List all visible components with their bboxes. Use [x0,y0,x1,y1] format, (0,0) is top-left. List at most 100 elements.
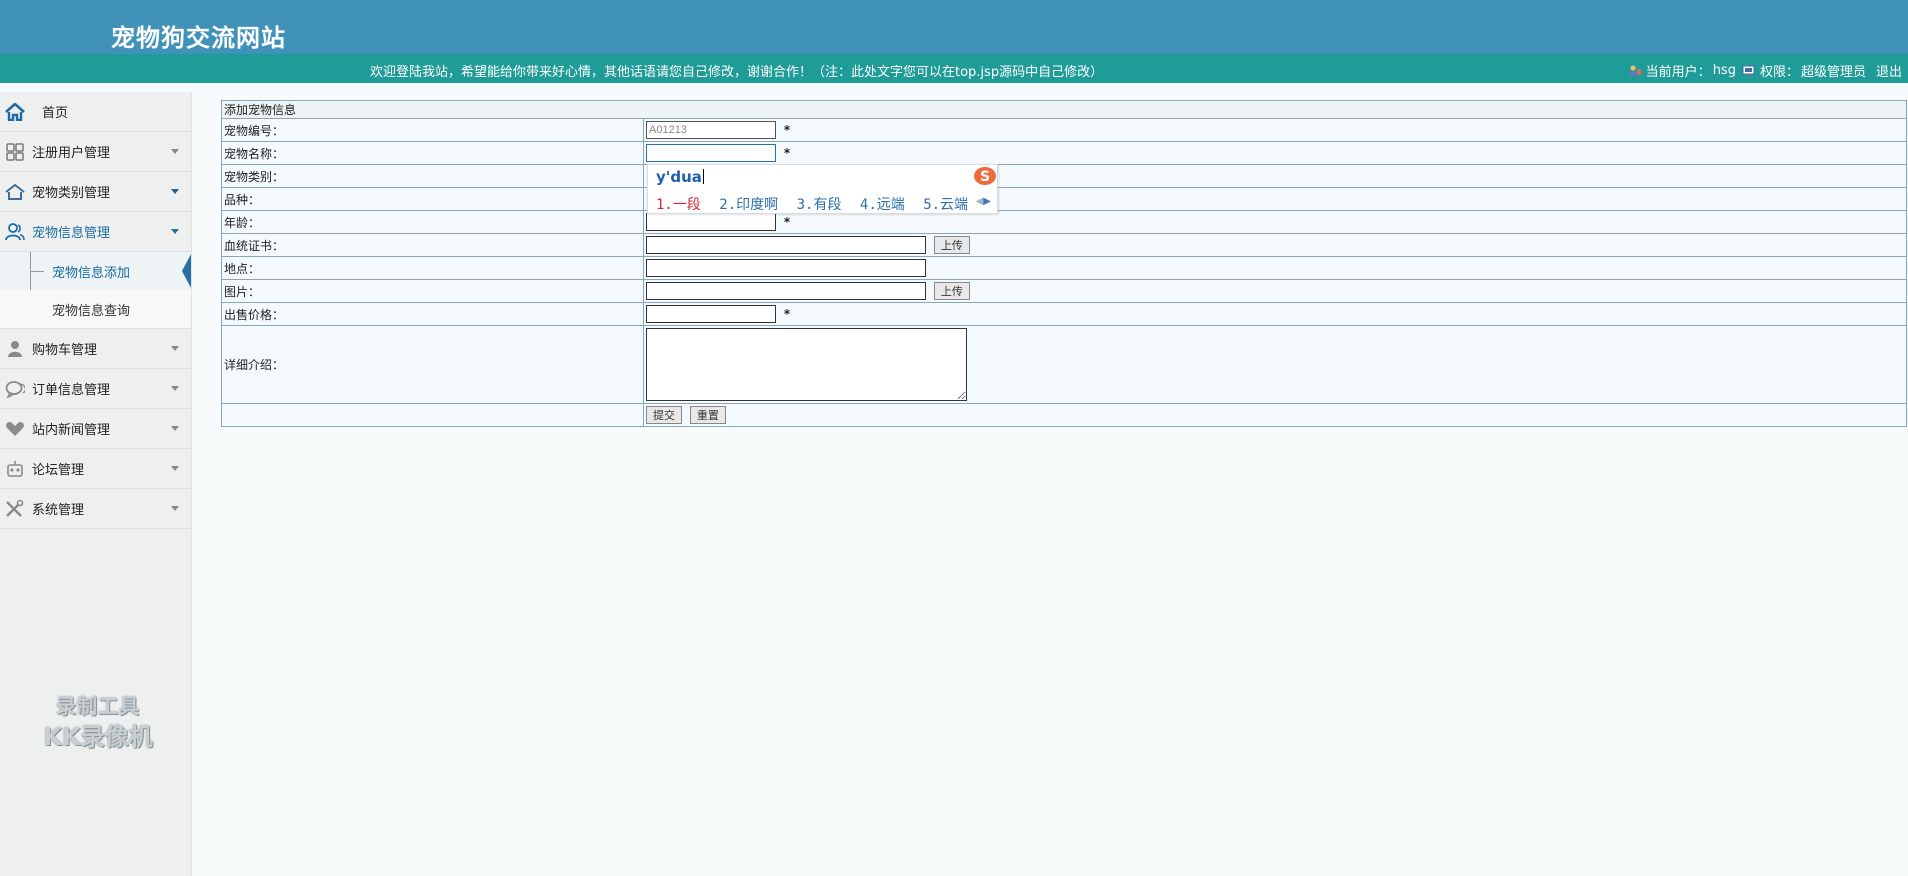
role-value: 超级管理员 [1800,65,1866,80]
sidebar-item-label: 系统管理 [32,503,85,518]
sidebar-item-news[interactable]: 站内新闻管理 [0,409,191,449]
empty-cell [221,403,644,427]
site-title: 宠物狗交流网站 [111,23,286,52]
ime-candidate[interactable]: 3.有段 [797,197,842,213]
form-row: 出售价格： * [221,302,1907,326]
chevron-down-icon [171,386,179,391]
pet-name-input[interactable] [646,144,776,162]
pet-no-input[interactable] [646,121,776,139]
sidebar-subitem-add-pet[interactable]: 宠物信息添加 [0,252,191,290]
form-row: 年龄： * [221,210,1907,234]
chevron-down-icon [171,149,179,154]
current-user-name: hsg [1712,63,1736,78]
sidebar-item-pet-info[interactable]: 宠物信息管理 [0,212,191,252]
recorder-watermark: 录制工具 KK录像机 [30,690,166,752]
chevron-down-icon [171,466,179,471]
sidebar-item-label: 宠物信息管理 [32,226,111,241]
ime-composition: y'dua [656,168,704,186]
welcome-text: 欢迎登陆我站，希望能给你带来好心情，其他话语请您自己修改，谢谢合作！（注：此处文… [370,65,1104,80]
sidebar-item-label: 订单信息管理 [32,383,111,398]
field-label: 详细介绍： [221,325,644,404]
watermark-line-2: KK录像机 [43,723,153,751]
chevron-down-icon [171,506,179,511]
ime-page-arrows: ◀▶ [976,196,991,207]
sidebar-subitem-query-pet[interactable]: 宠物信息查询 [0,290,191,328]
grid-icon [4,141,26,163]
actions-cell: 提交 重置 [643,403,1907,427]
form-row: 品种： [221,187,1907,211]
image-input[interactable] [646,282,926,300]
permission-icon [1742,65,1756,77]
field-label: 出售价格： [221,302,644,326]
sidebar-item-home[interactable]: 首页 [0,92,191,132]
ime-candidate-popup: y'dua S 1.一段 2.印度啊 3.有段 4.远端 5.云端 ◀▶ [647,164,998,214]
image-upload-button[interactable]: 上传 [933,282,970,300]
sogou-logo-icon: S [971,165,997,185]
chat-icon [4,378,26,400]
field-label: 宠物类别： [221,164,644,188]
form-row: 地点： [221,256,1907,280]
ime-candidate-list: 1.一段 2.印度啊 3.有段 4.远端 5.云端 [656,194,978,214]
watermark-line-1: 录制工具 [56,694,140,718]
field-cell [643,325,1907,404]
required-mark: * [783,122,791,137]
form-row: 图片： 上传 [221,279,1907,303]
sidebar-item-label: 论坛管理 [32,463,85,478]
location-input[interactable] [646,259,926,277]
description-textarea[interactable] [646,328,967,401]
required-mark: * [783,214,791,229]
chevron-down-icon [171,229,179,234]
add-pet-form: 添加宠物信息 宠物编号： * 宠物名称： * 宠物类别： 品种： 年龄： * 血… [221,100,1907,427]
logout-link[interactable]: 退出 [1876,61,1902,80]
sidebar-item-label: 站内新闻管理 [32,423,111,438]
forum-icon [4,458,26,480]
user-info: 当前用户： hsg 权限： 超级管理员 退出 [1628,61,1902,80]
field-cell: * [643,118,1907,142]
age-input[interactable] [646,213,776,231]
sidebar-item-users[interactable]: 注册用户管理 [0,132,191,172]
field-label: 宠物编号： [221,118,644,142]
pedigree-input[interactable] [646,236,926,254]
welcome-bar: 欢迎登陆我站，希望能给你带来好心情，其他话语请您自己修改，谢谢合作！（注：此处文… [0,54,1908,83]
field-cell: * [643,302,1907,326]
house-icon [4,181,26,203]
sidebar-item-cart[interactable]: 购物车管理 [0,329,191,369]
field-cell [643,256,1907,280]
ime-candidate[interactable]: 5.云端 [923,197,968,213]
field-label: 年龄： [221,210,644,234]
field-label: 图片： [221,279,644,303]
active-indicator [182,254,191,288]
form-row: 详细介绍： [221,325,1907,404]
sidebar-item-label: 购物车管理 [32,343,98,358]
field-label: 宠物名称： [221,141,644,165]
chevron-down-icon [171,189,179,194]
users-icon [4,221,26,243]
submit-button[interactable]: 提交 [646,406,682,424]
sogou-logo-text: S [980,169,990,185]
required-mark: * [783,306,791,321]
ime-candidate[interactable]: 2.印度啊 [719,197,778,213]
field-cell: * [643,141,1907,165]
field-label: 血统证书： [221,233,644,257]
top-header: 宠物狗交流网站 [0,0,1908,54]
person-icon [4,338,26,360]
sidebar-item-label: 注册用户管理 [32,146,111,161]
sidebar-item-forum[interactable]: 论坛管理 [0,449,191,489]
ime-candidate[interactable]: 4.远端 [860,197,905,213]
ime-next-icon[interactable]: ▶ [983,196,991,207]
ime-candidate[interactable]: 1.一段 [656,197,701,213]
sidebar-item-orders[interactable]: 订单信息管理 [0,369,191,409]
current-user-label: 当前用户： [1645,65,1711,80]
field-label: 地点： [221,256,644,280]
role-label: 权限： [1759,65,1799,80]
form-row: 血统证书： 上传 [221,233,1907,257]
reset-button[interactable]: 重置 [689,406,726,424]
form-title: 添加宠物信息 [221,100,1907,119]
pedigree-upload-button[interactable]: 上传 [933,236,970,254]
sidebar-item-label: 首页 [42,106,69,121]
sidebar-item-system[interactable]: 系统管理 [0,489,191,529]
sidebar-item-pet-category[interactable]: 宠物类别管理 [0,172,191,212]
form-actions-row: 提交 重置 [221,403,1907,427]
sidebar-item-label: 宠物类别管理 [32,186,111,201]
price-input[interactable] [646,305,776,323]
